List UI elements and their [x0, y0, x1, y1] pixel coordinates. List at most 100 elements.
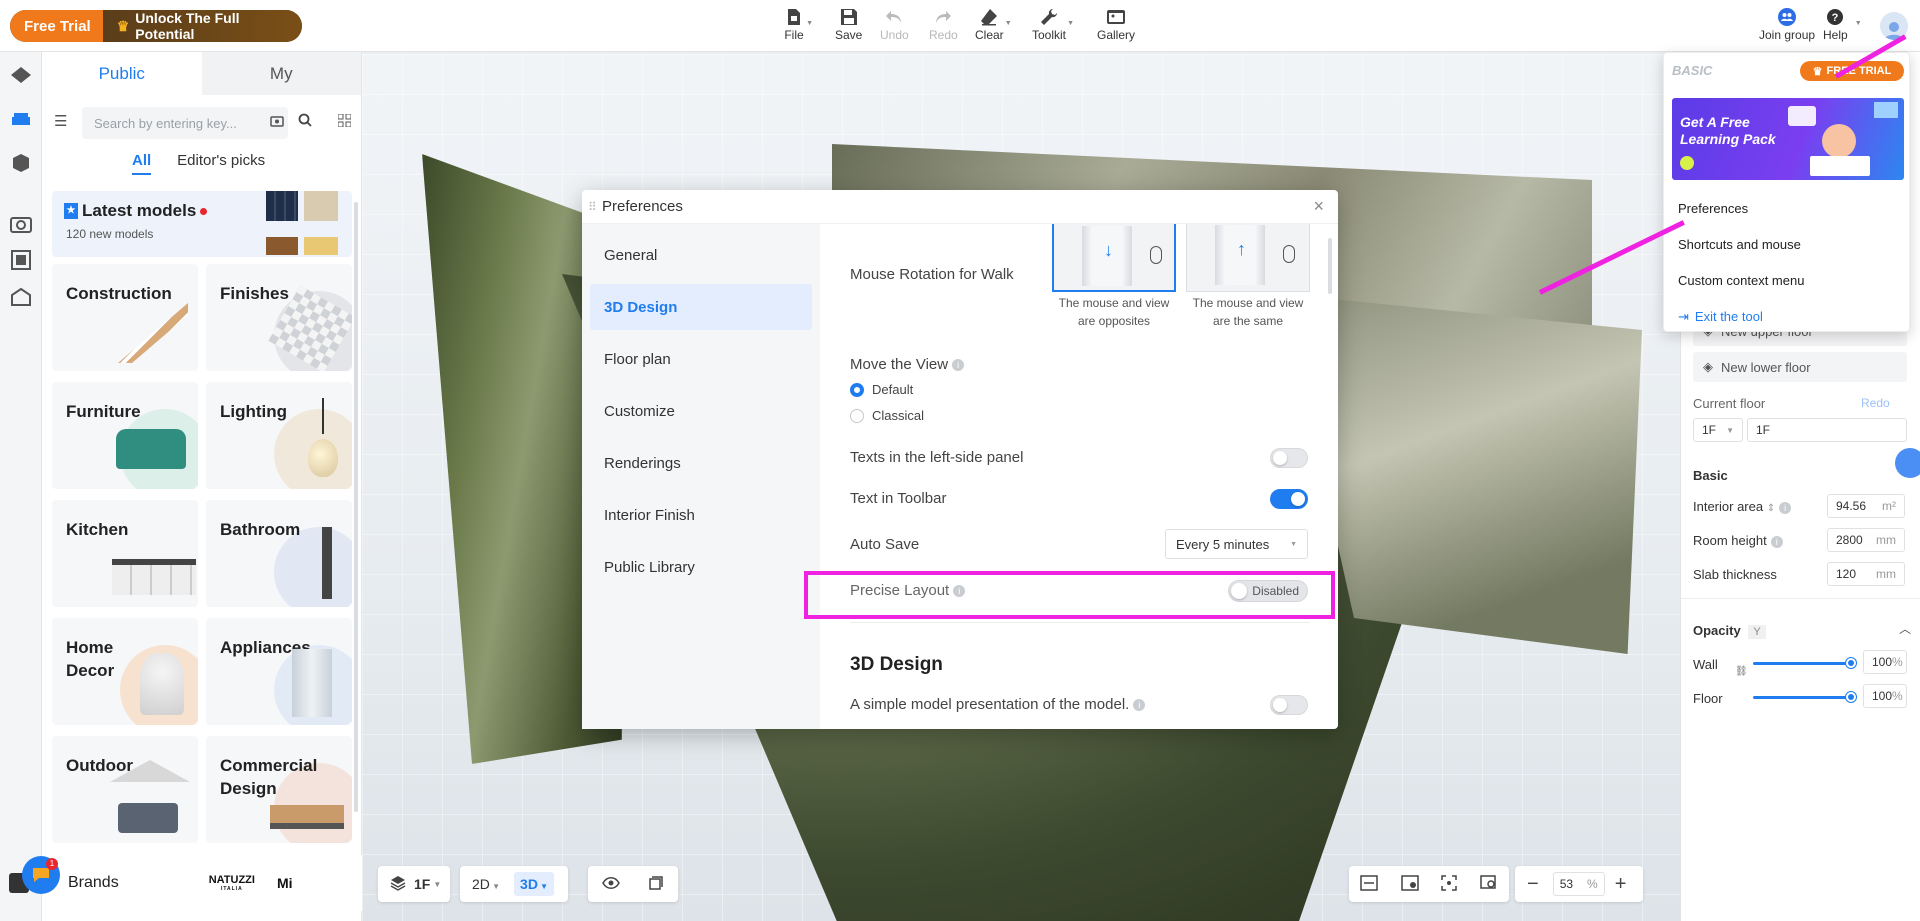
toolkit-menu[interactable]: Toolkit ▼ — [1032, 6, 1074, 42]
menu-exit-tool[interactable]: ⇥ Exit the tool — [1678, 309, 1763, 325]
grid-view-icon[interactable] — [337, 113, 352, 130]
category-outdoor[interactable]: Outdoor — [52, 736, 198, 843]
auto-save-select[interactable]: Every 5 minutes ▼ — [1165, 529, 1308, 559]
menu-preferences[interactable]: Preferences — [1678, 201, 1748, 216]
free-trial-banner[interactable]: Free Trial ♛ Unlock The Full Potential — [10, 10, 302, 42]
file-icon — [783, 6, 805, 28]
zoom-search-icon[interactable] — [1480, 874, 1498, 894]
tab-public[interactable]: Public — [42, 52, 202, 95]
floor-opacity-input[interactable]: 100% — [1863, 684, 1907, 708]
furniture-icon[interactable] — [9, 107, 33, 131]
free-trial-label[interactable]: Free Trial — [10, 10, 103, 42]
rotation-option-same[interactable]: ↑ — [1186, 224, 1310, 292]
category-finishes[interactable]: Finishes — [206, 264, 352, 371]
menu-shortcuts[interactable]: Shortcuts and mouse — [1678, 237, 1801, 252]
list-view-icon[interactable]: ☰ — [54, 112, 67, 130]
menu-context-menu[interactable]: Custom context menu — [1678, 273, 1804, 288]
nav-interior-finish[interactable]: Interior Finish — [590, 492, 812, 538]
category-lighting[interactable]: Lighting — [206, 382, 352, 489]
category-appliances[interactable]: Appliances — [206, 618, 352, 725]
category-construction[interactable]: Construction — [52, 264, 198, 371]
eye-icon[interactable] — [602, 876, 620, 892]
simple-model-toggle[interactable] — [1270, 695, 1308, 715]
category-kitchen[interactable]: Kitchen — [52, 500, 198, 607]
view-settings-icon[interactable] — [1401, 874, 1419, 894]
floor-selector[interactable]: 1F ▼ — [378, 866, 450, 902]
floor-opacity-slider[interactable] — [1753, 696, 1851, 699]
clear-menu[interactable]: Clear ▼ — [975, 6, 1012, 42]
library-scrollbar[interactable] — [354, 202, 358, 812]
template-icon[interactable] — [9, 248, 33, 272]
link-icon[interactable]: ⛓ — [1735, 666, 1748, 677]
new-lower-floor-button[interactable]: ◈ New lower floor — [1693, 352, 1907, 382]
latest-models-card[interactable]: ★ Latest models 120 new models — [52, 191, 352, 257]
save-button[interactable]: Save — [835, 6, 862, 42]
floor-select[interactable]: 1F ▼ — [1693, 418, 1743, 442]
box-icon[interactable] — [9, 151, 33, 175]
zoom-in-button[interactable]: + — [1615, 873, 1627, 896]
redo-link[interactable]: Redo — [1861, 396, 1890, 410]
texts-left-panel-toggle[interactable] — [1270, 448, 1308, 468]
new-dot-icon — [200, 207, 208, 215]
text-toolbar-toggle[interactable] — [1270, 489, 1308, 509]
cube-view-icon[interactable] — [648, 875, 664, 894]
gallery-button[interactable]: Gallery — [1097, 6, 1135, 42]
nav-customize[interactable]: Customize — [590, 388, 812, 434]
wall-opacity-handle[interactable] — [1846, 658, 1856, 668]
search-input[interactable]: Search by entering key... — [82, 107, 288, 139]
room-height-input[interactable]: 2800 mm — [1827, 528, 1905, 552]
floor-opacity-handle[interactable] — [1846, 692, 1856, 702]
zoom-out-button[interactable]: − — [1527, 873, 1539, 896]
screenshot-icon[interactable] — [1360, 874, 1378, 894]
brands-bar[interactable]: Brands NATUZZI ITALIA Mi — [42, 855, 362, 911]
nav-floor-plan[interactable]: Floor plan — [590, 336, 812, 382]
compass-widget[interactable] — [1895, 448, 1920, 478]
drag-handle-icon[interactable]: ⠿ — [588, 200, 597, 214]
brand-next[interactable]: Mi — [277, 875, 293, 891]
category-bathroom[interactable]: Bathroom — [206, 500, 352, 607]
category-furniture[interactable]: Furniture — [52, 382, 198, 489]
nav-general[interactable]: General — [590, 232, 812, 278]
slab-thickness-input[interactable]: 120 mm — [1827, 562, 1905, 586]
slab-thickness-label: Slab thickness — [1693, 567, 1777, 582]
nav-3d-design[interactable]: 3D Design — [590, 284, 812, 330]
nav-public-library[interactable]: Public Library — [590, 544, 812, 590]
mode-2d-button[interactable]: 2D ▼ — [472, 876, 500, 892]
undo-button[interactable]: Undo — [880, 6, 909, 42]
close-icon[interactable]: × — [1313, 196, 1324, 217]
brands-label: Brands — [68, 874, 119, 891]
learning-pack-banner[interactable]: Get A Free Learning Pack — [1672, 98, 1904, 180]
wall-opacity-input[interactable]: 100% — [1863, 650, 1907, 674]
category-commercial-design[interactable]: Commercial Design — [206, 736, 352, 843]
help-menu[interactable]: ? Help ▼ — [1823, 6, 1862, 42]
user-dropdown-menu: BASIC ♛ FREE TRIAL Get A Free Learning Pac… — [1663, 52, 1910, 332]
search-icon[interactable] — [298, 113, 312, 130]
join-group-button[interactable]: Join group — [1759, 6, 1815, 42]
fit-view-icon[interactable] — [1441, 874, 1457, 894]
camera-icon[interactable] — [9, 212, 33, 236]
subtab-all[interactable]: All — [132, 152, 152, 175]
tab-my[interactable]: My — [201, 52, 361, 95]
rotation-option-opposite[interactable]: ↓ — [1052, 224, 1176, 292]
file-menu[interactable]: File ▼ — [783, 6, 813, 42]
build-icon[interactable] — [9, 63, 33, 87]
natuzzi-logo[interactable]: NATUZZI ITALIA — [209, 874, 255, 892]
camera-search-icon[interactable] — [270, 114, 284, 130]
radio-classical[interactable]: Classical — [850, 408, 924, 423]
radio-default[interactable]: Default — [850, 382, 913, 397]
category-home-decor[interactable]: Home Decor — [52, 618, 198, 725]
thumb-tile — [266, 191, 298, 221]
chat-support-button[interactable]: 1 — [22, 856, 60, 894]
collapse-icon[interactable]: ︿ — [1899, 620, 1911, 637]
redo-button[interactable]: Redo — [929, 6, 958, 42]
subtab-editors-picks[interactable]: Editor's picks — [177, 152, 265, 175]
interior-area-input[interactable]: 94.56 m² — [1827, 494, 1905, 518]
unlock-button[interactable]: ♛ Unlock The Full Potential — [102, 10, 302, 42]
content-scrollbar[interactable] — [1328, 238, 1332, 294]
wall-opacity-slider[interactable] — [1753, 662, 1851, 665]
floor-name-input[interactable]: 1F — [1747, 418, 1907, 442]
mode-3d-button[interactable]: 3D ▼ — [514, 872, 555, 896]
house-icon[interactable] — [9, 285, 33, 309]
zoom-input[interactable]: 53% — [1552, 872, 1605, 896]
nav-renderings[interactable]: Renderings — [590, 440, 812, 486]
